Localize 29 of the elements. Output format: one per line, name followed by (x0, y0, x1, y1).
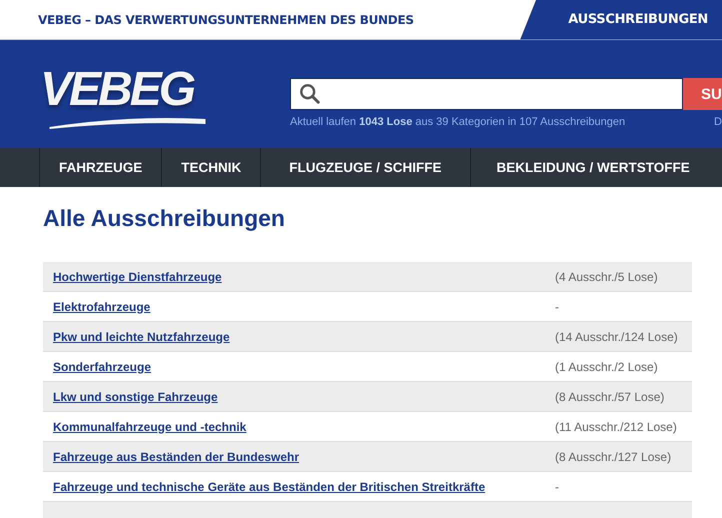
tender-count: - (555, 300, 559, 314)
category-link[interactable]: Pkw und leichte Nutzfahrzeuge (53, 330, 555, 344)
category-link[interactable]: Lkw und sonstige Fahrzeuge (53, 390, 555, 404)
tender-count: (1 Ausschr./2 Lose) (555, 360, 658, 374)
tender-count: (8 Ausschr./127 Lose) (555, 450, 672, 464)
nav-item[interactable]: TECHNIK (161, 148, 260, 187)
search-icon (299, 83, 321, 105)
category-link[interactable]: Sonderfahrzeuge (53, 360, 555, 374)
tenders-tab[interactable]: AUSSCHREIBUNGEN (520, 0, 722, 40)
category-link[interactable]: Fahrzeuge aus Beständen der Bundeswehr (53, 450, 555, 464)
category-link[interactable]: Fahrzeuge und technische Geräte aus Beständen der Britischen Streitkräfte (53, 480, 555, 494)
lots-summary: Aktuell laufen 1043 Lose aus 39 Kategorien in 107 Ausschreibungen (290, 116, 626, 128)
header-text: D (714, 116, 722, 128)
site-tagline: VEBEG – DAS VERWERTUNGSUNTERNEHMEN DES BUNDES (38, 12, 414, 26)
tender-count: (11 Ausschr./212 Lose) (555, 420, 677, 434)
vebeg-logo[interactable]: VEBEG (40, 65, 215, 131)
tender-count: (8 Ausschr./57 Lose) (555, 390, 664, 404)
search-button[interactable]: SU (683, 78, 722, 110)
tender-count: (14 Ausschr./124 Lose) (555, 330, 678, 344)
nav-item[interactable]: FAHRZEUGE (39, 148, 162, 187)
nav-item[interactable]: BEKLEIDUNG / WERTSTOFFE (470, 148, 710, 187)
nav-item[interactable]: FLUGZEUGE / SCHIFFE (260, 148, 470, 187)
tender-count: - (555, 480, 559, 494)
category-link[interactable]: Elektrofahrzeuge (53, 300, 555, 314)
tender-count: (4 Ausschr./5 Lose) (555, 270, 658, 284)
search-field[interactable] (290, 78, 683, 110)
page-heading: Alle Ausschreibungen (43, 205, 286, 233)
category-link[interactable]: Hochwertige Dienstfahrzeuge (53, 270, 555, 284)
category-link[interactable]: Kommunalfahrzeuge und -technik (53, 420, 555, 434)
